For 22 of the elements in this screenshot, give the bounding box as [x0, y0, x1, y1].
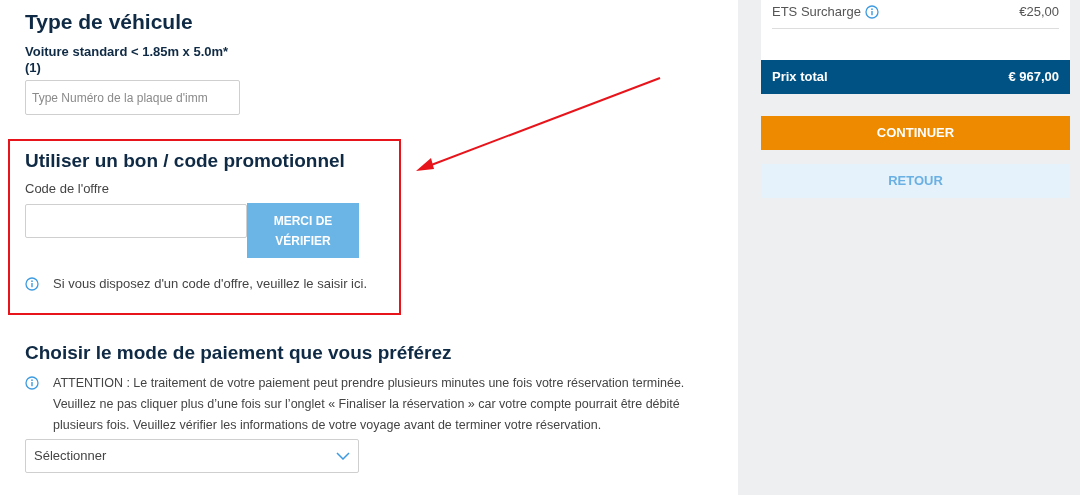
surcharge-value: €25,00: [1019, 3, 1059, 21]
hint-text: Si vous disposez d'un code d'offre, veuillez le saisir ici.: [53, 275, 367, 293]
field-label: Code de l'offre: [25, 181, 110, 197]
total-label: Prix total: [772, 68, 828, 87]
payment-select[interactable]: Sélectionner: [25, 439, 359, 473]
section-title: Utiliser un bon / code promotionnel: [25, 149, 346, 173]
verify-button[interactable]: MERCI DE VÉRIFIER: [247, 203, 359, 258]
offer-code-input-field[interactable]: [25, 204, 247, 238]
chevron-down-icon: [336, 452, 350, 460]
back-button[interactable]: RETOUR: [761, 164, 1070, 198]
vehicle-label: Voiture standard < 1.85m x 5.0m*: [25, 44, 230, 60]
info-icon: [25, 276, 39, 291]
total-value: € 967,00: [1008, 68, 1059, 87]
continue-button[interactable]: CONTINUER: [761, 116, 1070, 150]
notice-text: ATTENTION : Le traitement de votre paiement peut prendre plusieurs minutes une fois votre réservation terminée. Veuillez ne pas cliquer plus d’une fois sur l’onglet « Finaliser la réservation » car votre compte pourrait être débité plusieurs fois. Veuillez vérifier les informations de votre voyage avant de terminer votre réservation.: [53, 375, 686, 434]
section-title: Type de véhicule: [25, 10, 194, 34]
section-title: Choisir le mode de paiement que vous préférez: [25, 341, 453, 365]
vehicle-note: (1): [25, 60, 42, 76]
info-icon: [864, 4, 879, 19]
info-icon: [25, 376, 39, 390]
plate-input-field[interactable]: Type Numéro de la plaque d'imm: [25, 80, 240, 115]
surcharge-label: ETS Surcharge: [772, 3, 861, 21]
